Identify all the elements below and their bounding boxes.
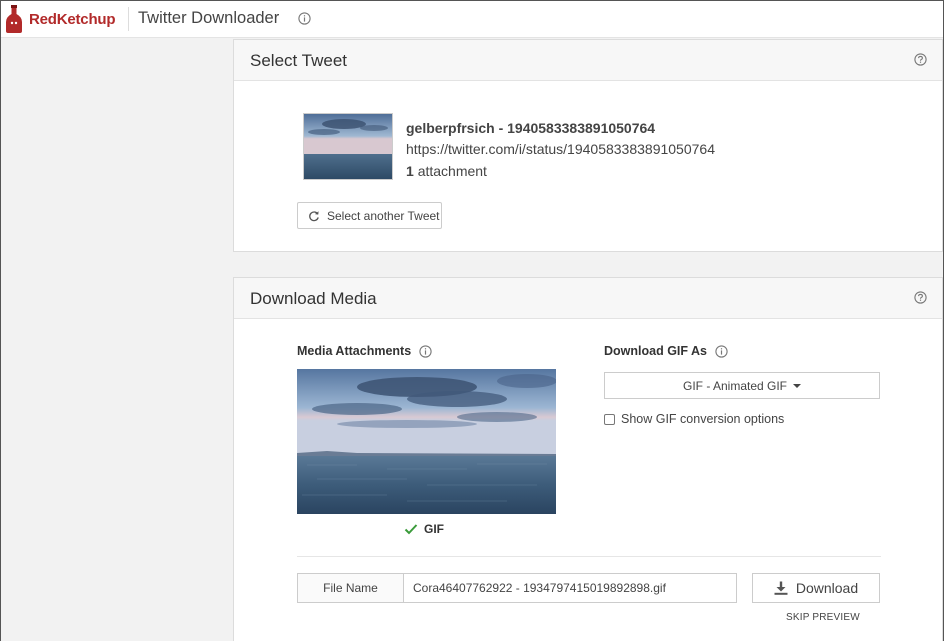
header-divider [128,7,129,31]
select-tweet-panel: Select Tweet gelberpfrsich - 19405833838… [233,39,943,252]
check-icon [404,524,418,535]
panel-header: Select Tweet [234,40,942,81]
gif-badge-label: GIF [424,522,444,536]
refresh-icon [309,210,319,221]
main-content: Select Tweet gelberpfrsich - 19405833838… [233,38,943,641]
panel-title: Select Tweet [250,51,348,70]
download-as-heading: Download GIF As [604,344,728,358]
logo[interactable]: RedKetchup [5,4,116,34]
top-bar: RedKetchup Twitter Downloader [1,1,943,38]
help-icon[interactable] [914,53,927,66]
media-attachments-label: Media Attachments [297,344,412,358]
media-preview [297,369,556,514]
gif-status-badge: GIF [404,522,444,536]
attachment-word: attachment [417,163,487,179]
attachment-count: 1 attachment [406,163,487,179]
file-name-input[interactable]: Cora46407762922 - 1934797415019892898.gi… [404,574,736,602]
tweet-url: https://twitter.com/i/status/19405833838… [406,141,715,157]
media-attachments-heading: Media Attachments [297,344,432,358]
sidebar [1,38,233,641]
caret-down-icon [793,383,802,388]
attachment-number: 1 [406,163,414,179]
skip-preview-link[interactable]: SKIP PREVIEW [786,612,860,623]
select-another-tweet-button[interactable]: Select another Tweet [297,202,442,229]
info-icon[interactable] [298,12,311,25]
show-options-checkbox[interactable] [604,413,615,425]
download-media-panel: Download Media Media Attachments GIF Dow… [233,277,943,641]
download-button[interactable]: Download [752,573,880,603]
download-label: Download [795,580,859,596]
ketchup-bottle-icon [6,5,22,33]
show-options-label: Show GIF conversion options [621,412,785,426]
logo-text: RedKetchup [29,10,116,28]
info-icon[interactable] [715,344,728,358]
divider [297,556,881,557]
file-name-label: File Name [298,574,404,602]
tweet-user: gelberpfrsich - 1940583383891050764 [406,120,656,136]
select-another-label: Select another Tweet [327,208,440,223]
download-as-label: Download GIF As [604,344,708,358]
app-title: Twitter Downloader [138,9,280,27]
panel-title: Download Media [250,289,377,308]
panel-header: Download Media [234,278,942,319]
tweet-thumbnail [303,113,393,180]
file-name-field: File Name Cora46407762922 - 193479741501… [297,573,737,603]
show-options-row[interactable]: Show GIF conversion options [604,412,784,426]
format-dropdown[interactable]: GIF - Animated GIF [604,372,880,399]
download-icon [774,581,788,595]
help-icon[interactable] [914,291,927,304]
info-icon[interactable] [419,344,432,358]
format-selected: GIF - Animated GIF [682,378,788,393]
